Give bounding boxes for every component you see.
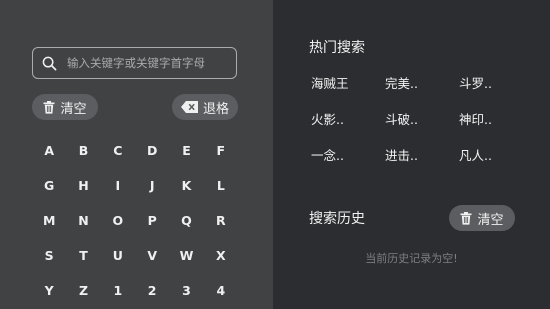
search-field[interactable] <box>32 47 237 79</box>
key-l[interactable]: L <box>204 173 238 197</box>
key-q[interactable]: Q <box>169 208 203 232</box>
key-s[interactable]: S <box>32 243 66 267</box>
key-k[interactable]: K <box>169 173 203 197</box>
search-icon <box>42 56 57 70</box>
hot-search-item[interactable]: 进击.. <box>385 146 459 165</box>
letter-keyboard: A B C D E F G H I J K L M N O P Q R S T … <box>32 138 238 302</box>
hot-search-item[interactable]: 一念.. <box>311 146 385 165</box>
key-a[interactable]: A <box>32 138 66 162</box>
keyboard-panel: 清空 退格 A B C D E F G H I J K L M N O P Q … <box>0 0 273 309</box>
key-p[interactable]: P <box>135 208 169 232</box>
key-r[interactable]: R <box>204 208 238 232</box>
key-2[interactable]: 2 <box>135 278 169 302</box>
key-b[interactable]: B <box>66 138 100 162</box>
hot-search-item[interactable]: 斗破.. <box>385 110 459 129</box>
key-g[interactable]: G <box>32 173 66 197</box>
search-input[interactable] <box>65 55 229 71</box>
key-i[interactable]: I <box>101 173 135 197</box>
key-1[interactable]: 1 <box>101 278 135 302</box>
clear-history-label: 清空 <box>477 212 504 228</box>
key-y[interactable]: Y <box>32 278 66 302</box>
key-4[interactable]: 4 <box>204 278 238 302</box>
hot-search-item[interactable]: 斗罗.. <box>459 74 511 93</box>
clear-input-label: 清空 <box>60 101 87 117</box>
key-j[interactable]: J <box>135 173 169 197</box>
hot-search-list: 海贼王 完美.. 斗罗.. 火影.. 斗破.. 神印.. 一念.. 进击.. 凡… <box>311 74 511 165</box>
hot-search-item[interactable]: 凡人.. <box>459 146 511 165</box>
key-e[interactable]: E <box>169 138 203 162</box>
hot-search-item[interactable]: 火影.. <box>311 110 385 129</box>
key-m[interactable]: M <box>32 208 66 232</box>
clear-history-button[interactable]: 清空 <box>449 205 515 231</box>
key-u[interactable]: U <box>101 243 135 267</box>
key-v[interactable]: V <box>135 243 169 267</box>
key-o[interactable]: O <box>101 208 135 232</box>
key-n[interactable]: N <box>66 208 100 232</box>
key-h[interactable]: H <box>66 173 100 197</box>
key-t[interactable]: T <box>66 243 100 267</box>
hot-search-title: 热门搜索 <box>309 40 365 56</box>
trash-icon <box>460 211 472 225</box>
backspace-icon <box>180 101 198 113</box>
key-f[interactable]: F <box>204 138 238 162</box>
key-3[interactable]: 3 <box>169 278 203 302</box>
backspace-button[interactable]: 退格 <box>172 94 238 120</box>
key-w[interactable]: W <box>169 243 203 267</box>
trash-icon <box>43 100 55 114</box>
key-c[interactable]: C <box>101 138 135 162</box>
hot-search-item[interactable]: 完美.. <box>385 74 459 93</box>
hot-search-item[interactable]: 神印.. <box>459 110 511 129</box>
hot-search-item[interactable]: 海贼王 <box>311 74 385 93</box>
search-history-title: 搜索历史 <box>309 211 365 227</box>
history-empty-message: 当前历史记录为空! <box>365 252 458 265</box>
key-d[interactable]: D <box>135 138 169 162</box>
key-z[interactable]: Z <box>66 278 100 302</box>
key-x[interactable]: X <box>204 243 238 267</box>
clear-input-button[interactable]: 清空 <box>32 94 98 120</box>
backspace-label: 退格 <box>202 101 229 117</box>
